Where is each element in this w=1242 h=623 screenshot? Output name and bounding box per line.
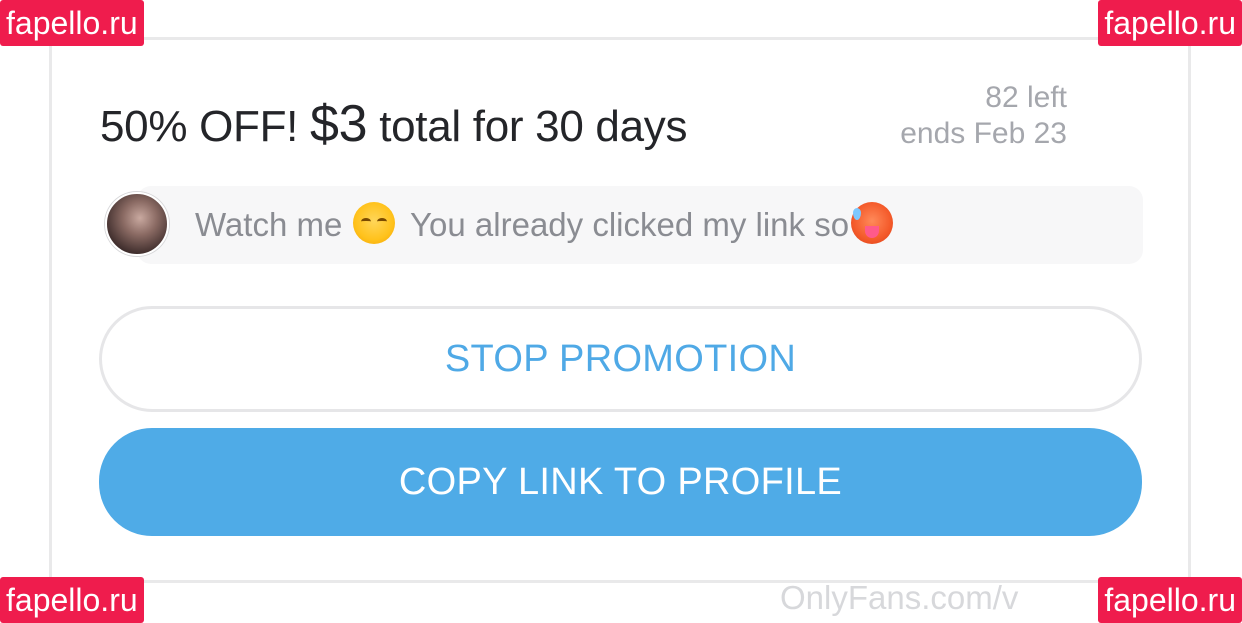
avatar[interactable] <box>105 192 169 256</box>
message-text-part1: Watch me <box>195 206 352 243</box>
stop-promotion-button[interactable]: STOP PROMOTION <box>99 306 1142 412</box>
promotion-meta: 82 left ends Feb 23 <box>900 80 1067 152</box>
hot-face-icon <box>851 202 894 244</box>
watermark-top-right: fapello.ru <box>1098 0 1242 46</box>
promotion-price: $3 <box>310 95 368 153</box>
headline-prefix: 50% OFF! <box>100 102 311 151</box>
watermark-bottom-left: fapello.ru <box>0 577 144 623</box>
end-date: ends Feb 23 <box>900 117 1067 150</box>
watermark-bottom-right: fapello.ru <box>1098 577 1242 623</box>
smiling-blushing-face-icon <box>353 202 396 244</box>
watermark-top-left: fapello.ru <box>0 0 144 46</box>
headline-suffix: total for 30 days <box>367 102 688 151</box>
onlyfans-url-watermark: OnlyFans.com/v <box>780 579 1019 616</box>
page: 50% OFF! $3 total for 30 days 82 left en… <box>0 0 1242 623</box>
remaining-count: 82 left <box>985 81 1067 114</box>
message-text: Watch me You already clicked my link so <box>195 186 894 264</box>
message-text-part2: You already clicked my link so <box>401 206 850 243</box>
promotion-headline: 50% OFF! $3 total for 30 days <box>100 92 687 159</box>
promo-message: Watch me You already clicked my link so <box>105 186 1143 264</box>
copy-link-button[interactable]: COPY LINK TO PROFILE <box>99 428 1142 536</box>
